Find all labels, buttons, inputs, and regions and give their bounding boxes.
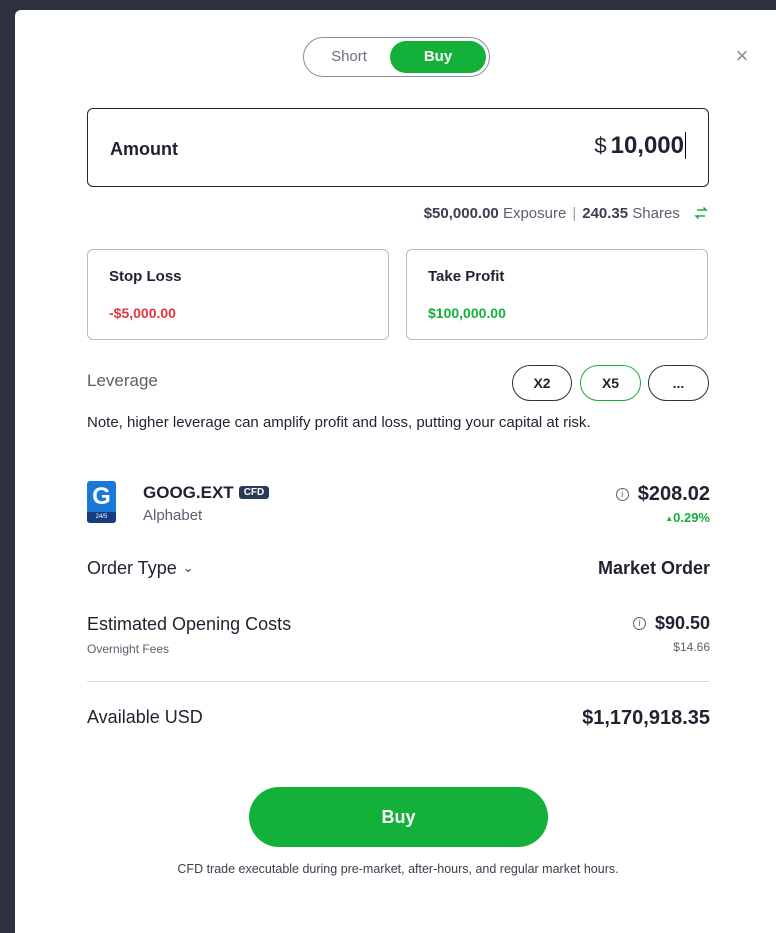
stop-loss-label: Stop Loss <box>109 268 182 285</box>
swap-icon[interactable] <box>694 206 708 223</box>
exposure-label: Exposure <box>502 205 567 222</box>
shares-label: Shares <box>632 205 680 222</box>
leverage-more-button[interactable]: ... <box>648 365 709 401</box>
amount-value[interactable]: $10,000 <box>594 132 686 160</box>
exposure-summary: $50,000.00 Exposure | 240.35 Shares <box>424 205 708 223</box>
buy-option[interactable]: Buy <box>390 41 486 73</box>
close-icon[interactable]: × <box>732 45 752 67</box>
take-profit-label: Take Profit <box>428 268 505 285</box>
amount-input-text[interactable]: 10,000 <box>610 132 686 159</box>
overnight-fees-value: $14.66 <box>673 640 710 654</box>
opening-costs-label: Estimated Opening Costs <box>87 614 292 634</box>
amount-label: Amount <box>110 139 178 159</box>
leverage-note: Note, higher leverage can amplify profit… <box>87 414 591 431</box>
order-type-value: Market Order <box>597 558 710 578</box>
instrument-price: i $208.02 <box>615 483 710 506</box>
alphabet-logo: G 24/5 <box>87 481 116 523</box>
up-arrow-icon: ▲ <box>665 514 674 523</box>
info-icon[interactable]: i <box>615 488 629 501</box>
currency-symbol: $ <box>594 133 607 158</box>
info-icon[interactable]: i <box>632 617 646 630</box>
available-label: Available USD <box>87 707 203 727</box>
short-option[interactable]: Short <box>304 38 394 76</box>
stop-loss-value: -$5,000.00 <box>109 305 176 321</box>
instrument-name: Alphabet <box>143 507 203 524</box>
amount-field[interactable]: Amount $10,000 <box>87 108 709 187</box>
order-type-dropdown[interactable]: Order Type ⌄ <box>87 558 194 579</box>
opening-costs-value: i $90.50 <box>632 613 710 634</box>
take-profit-value: $100,000.00 <box>428 305 506 321</box>
shares-value: 240.35 <box>582 205 629 222</box>
divider <box>87 681 709 682</box>
overnight-fees-label: Overnight Fees <box>87 642 170 656</box>
separator: | <box>572 205 577 222</box>
stop-loss-box[interactable]: Stop Loss -$5,000.00 <box>87 249 389 340</box>
leverage-x5-button[interactable]: X5 <box>580 365 641 401</box>
instrument-ticker: GOOG.EXT CFD <box>143 483 270 503</box>
leverage-x2-button[interactable]: X2 <box>512 365 572 401</box>
available-value: $1,170,918.35 <box>582 707 710 729</box>
chevron-down-icon: ⌄ <box>182 560 194 575</box>
direction-toggle[interactable]: Short Buy <box>303 37 490 77</box>
price-change: ▲0.29% <box>665 510 710 525</box>
cfd-badge: CFD <box>238 486 270 499</box>
exposure-value: $50,000.00 <box>423 205 499 222</box>
leverage-label: Leverage <box>87 371 158 390</box>
cfd-footnote: CFD trade executable during pre-market, … <box>177 862 619 876</box>
trade-dialog: Short Buy × Amount $10,000 $50,000.00 Ex… <box>15 10 776 933</box>
buy-button[interactable]: Buy <box>249 787 548 847</box>
take-profit-box[interactable]: Take Profit $100,000.00 <box>406 249 708 340</box>
